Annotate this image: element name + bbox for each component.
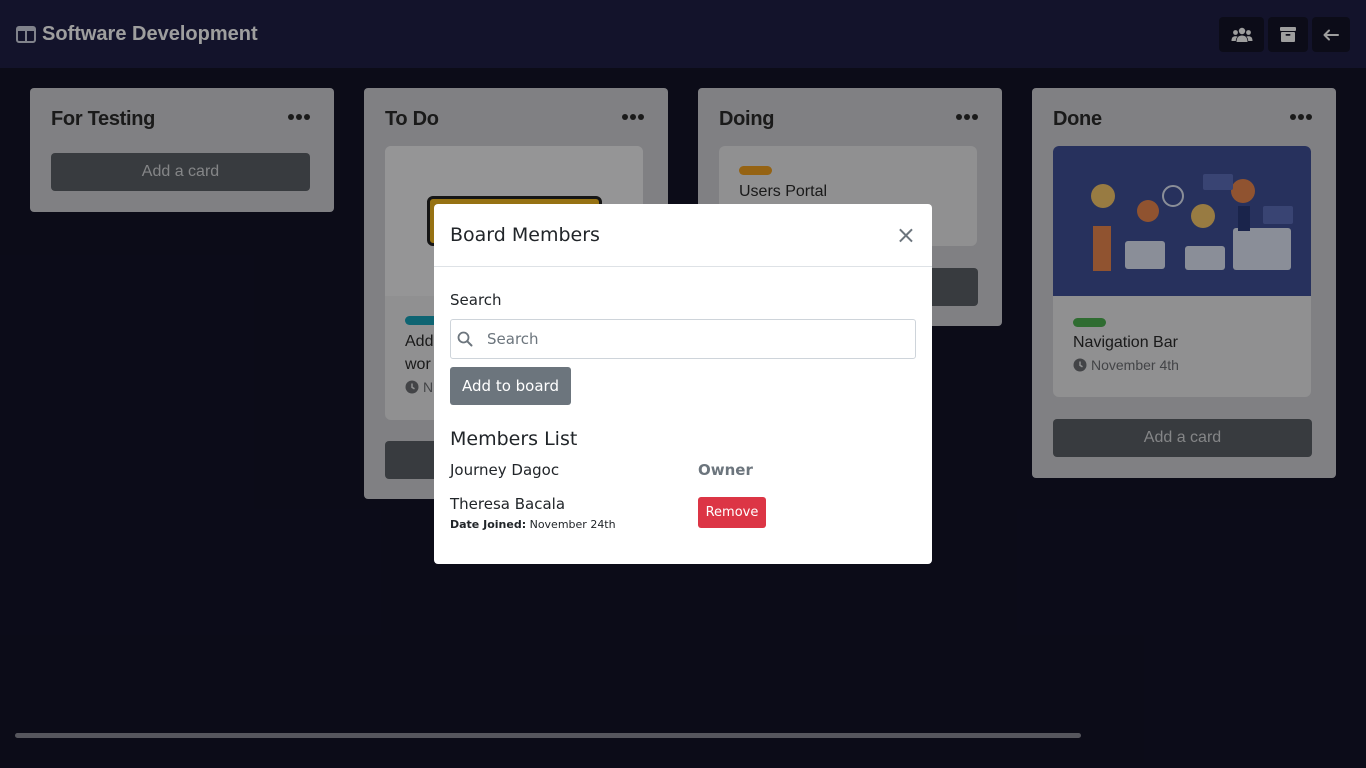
search-input[interactable] (487, 320, 907, 358)
close-icon[interactable]: × (896, 223, 916, 247)
board-members-modal: Board Members × Search Add to board Memb… (434, 204, 932, 564)
modal-header: Board Members × (434, 204, 932, 267)
date-joined-value: November 24th (529, 518, 616, 531)
member-role-badge: Owner (698, 461, 753, 479)
remove-member-button[interactable]: Remove (698, 497, 766, 528)
member-name: Theresa Bacala (450, 495, 566, 513)
search-label: Search (450, 291, 502, 309)
search-field (450, 319, 916, 359)
member-date-joined: Date Joined: November 24th (450, 518, 616, 531)
members-list-heading: Members List (450, 428, 578, 450)
add-to-board-button[interactable]: Add to board (450, 367, 571, 405)
modal-title: Board Members (450, 224, 600, 246)
member-name: Journey Dagoc (450, 461, 560, 479)
date-joined-label: Date Joined: (450, 518, 527, 531)
search-icon (457, 331, 473, 347)
